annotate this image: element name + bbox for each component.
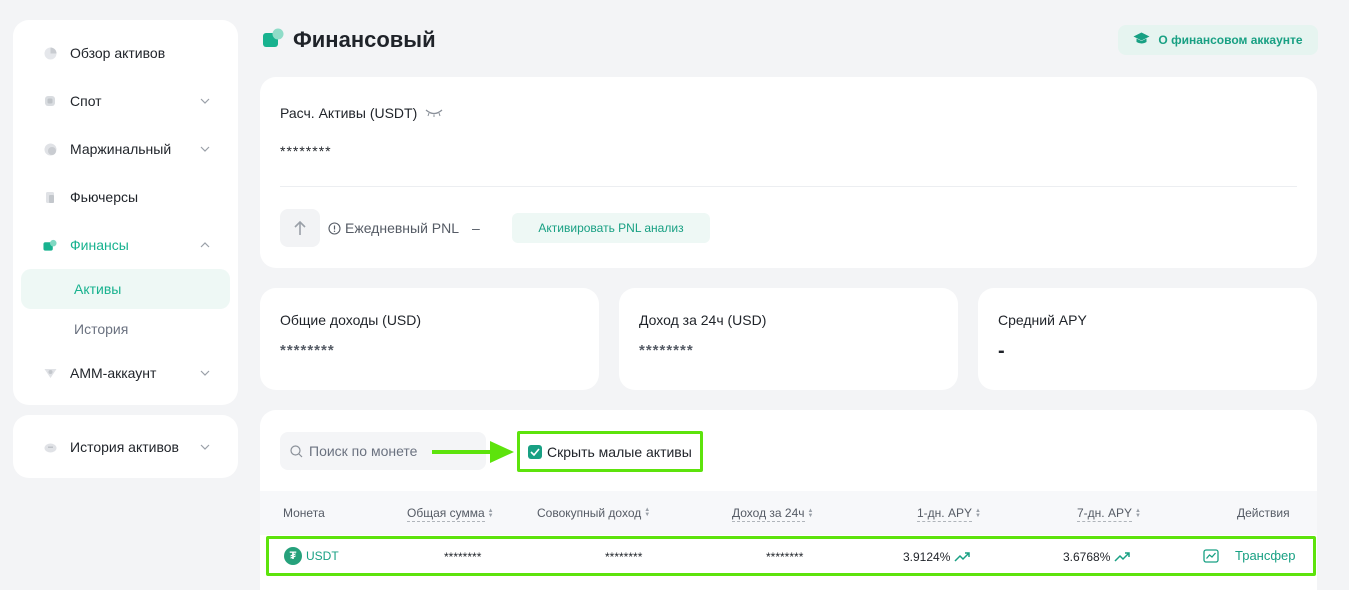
sidebar-secondary: История активов bbox=[13, 415, 238, 478]
arrow-up-icon bbox=[294, 220, 306, 235]
activate-pnl-analysis-button[interactable]: Активировать PNL анализ bbox=[512, 213, 710, 243]
hide-small-assets-label: Скрыть малые активы bbox=[547, 443, 692, 460]
sidebar-item-label: Активы bbox=[74, 281, 122, 297]
cumulative-cell: ******** bbox=[605, 550, 643, 564]
sort-icon: ▲ ▼ bbox=[807, 508, 814, 519]
sidebar-item-overview[interactable]: Обзор активов bbox=[13, 33, 238, 73]
average-apy-card: Средний APY - bbox=[978, 288, 1317, 390]
sidebar-item-label: История активов bbox=[70, 439, 179, 455]
estimated-assets-header: Расч. Активы (USDT) bbox=[280, 105, 443, 121]
chevron-down-icon bbox=[200, 370, 210, 376]
coin-name: USDT bbox=[306, 549, 339, 563]
sidebar-item-label: Финансы bbox=[70, 237, 129, 253]
history-icon bbox=[43, 440, 57, 454]
estimated-assets-label: Расч. Активы (USDT) bbox=[280, 105, 418, 121]
about-button-label: О финансовом аккаунте bbox=[1158, 33, 1303, 47]
search-icon bbox=[290, 444, 303, 457]
trend-up-icon bbox=[1114, 552, 1131, 562]
daily-pnl-label: Ежедневный PNL bbox=[328, 220, 459, 236]
column-income-24h[interactable]: Доход за 24ч ▲ ▼ bbox=[732, 506, 813, 522]
stat-title: Доход за 24ч (USD) bbox=[639, 312, 767, 328]
eye-closed-icon[interactable] bbox=[425, 105, 443, 121]
sidebar-item-spot[interactable]: Спот bbox=[13, 81, 238, 121]
table-header: Монета Общая сумма ▲ ▼ Совокупный доход ▲… bbox=[260, 491, 1317, 535]
sidebar-item-futures[interactable]: Фьючерсы bbox=[13, 177, 238, 217]
chevron-down-icon bbox=[200, 444, 210, 450]
about-finance-account-button[interactable]: О финансовом аккаунте bbox=[1118, 25, 1318, 55]
sidebar-item-label: Обзор активов bbox=[70, 45, 166, 61]
chevron-up-icon bbox=[200, 242, 210, 248]
amm-icon bbox=[43, 366, 57, 380]
checkbox-checked-icon[interactable] bbox=[528, 444, 542, 459]
sidebar-subitem-history[interactable]: История bbox=[21, 309, 230, 349]
info-icon[interactable] bbox=[328, 221, 341, 235]
sidebar: Обзор активов Спот Маржинальный Фьючерсы… bbox=[13, 20, 238, 405]
sort-icon: ▲ ▼ bbox=[644, 507, 651, 518]
apy-7d-cell: 3.6768% bbox=[1063, 550, 1131, 564]
sort-icon: ▲ ▼ bbox=[1134, 508, 1141, 519]
daily-pnl-text: Ежедневный PNL bbox=[345, 220, 460, 236]
annotation-arrow-icon bbox=[432, 441, 514, 463]
apy-1d-cell: 3.9124% bbox=[903, 550, 971, 564]
stat-value: ******** bbox=[280, 342, 335, 359]
finance-logo-icon bbox=[262, 28, 285, 53]
sort-icon: ▲ ▼ bbox=[487, 508, 494, 519]
stat-title: Средний APY bbox=[998, 312, 1087, 328]
coin-cell: ₮ USDT bbox=[284, 547, 339, 565]
estimated-assets-card: Расч. Активы (USDT) ******** Ежедневный … bbox=[260, 77, 1317, 268]
sidebar-item-label: Спот bbox=[70, 93, 102, 109]
sidebar-item-asset-history[interactable]: История активов bbox=[13, 427, 238, 467]
table-row[interactable]: ₮ USDT ******** ******** ******** 3.9124… bbox=[266, 536, 1316, 576]
estimated-assets-value: ******** bbox=[280, 143, 332, 159]
divider bbox=[280, 186, 1297, 187]
sidebar-subitem-assets[interactable]: Активы bbox=[21, 269, 230, 309]
column-apy-1d[interactable]: 1-дн. APY ▲ ▼ bbox=[917, 506, 981, 522]
column-actions: Действия bbox=[1237, 506, 1290, 520]
finance-icon bbox=[43, 238, 57, 252]
total-income-card: Общие доходы (USD) ******** bbox=[260, 288, 599, 390]
assets-table-card: Скрыть малые активы Монета Общая сумма ▲… bbox=[260, 410, 1317, 590]
chevron-down-icon bbox=[200, 98, 210, 104]
sidebar-item-margin[interactable]: Маржинальный bbox=[13, 129, 238, 169]
sidebar-item-label: Фьючерсы bbox=[70, 189, 139, 205]
pnl-arrow-box bbox=[280, 209, 320, 247]
income-24h-card: Доход за 24ч (USD) ******** bbox=[619, 288, 958, 390]
sidebar-item-finance[interactable]: Финансы bbox=[13, 225, 238, 265]
page-header: Финансовый bbox=[262, 26, 436, 54]
stat-title: Общие доходы (USD) bbox=[280, 312, 422, 328]
futures-icon bbox=[43, 190, 57, 204]
column-apy-7d[interactable]: 7-дн. APY ▲ ▼ bbox=[1077, 506, 1141, 522]
usdt-icon: ₮ bbox=[284, 547, 302, 565]
page-title: Финансовый bbox=[293, 27, 436, 52]
income-24h-cell: ******** bbox=[766, 550, 804, 564]
sidebar-item-label: АММ-аккаунт bbox=[70, 365, 157, 381]
stat-value: - bbox=[998, 340, 1006, 362]
sidebar-item-label: Маржинальный bbox=[70, 141, 172, 157]
transfer-link[interactable]: Трансфер bbox=[1235, 548, 1296, 563]
chart-icon[interactable] bbox=[1203, 548, 1219, 563]
chevron-down-icon bbox=[200, 146, 210, 152]
total-cell: ******** bbox=[444, 550, 482, 564]
column-total[interactable]: Общая сумма ▲ ▼ bbox=[407, 506, 494, 522]
trend-up-icon bbox=[954, 552, 971, 562]
hide-small-assets-toggle[interactable]: Скрыть малые активы bbox=[517, 431, 703, 472]
sidebar-item-label: История bbox=[74, 321, 129, 337]
stat-value: ******** bbox=[639, 342, 694, 359]
margin-icon bbox=[43, 142, 57, 156]
spot-icon bbox=[43, 94, 57, 108]
pie-icon bbox=[43, 46, 57, 60]
actions-cell: Трансфер bbox=[1203, 548, 1296, 563]
column-cumulative-income[interactable]: Совокупный доход ▲ ▼ bbox=[537, 506, 650, 520]
sort-icon: ▲ ▼ bbox=[974, 508, 981, 519]
graduation-cap-icon bbox=[1133, 32, 1150, 48]
column-coin: Монета bbox=[283, 506, 325, 520]
daily-pnl-value: – bbox=[472, 220, 480, 236]
sidebar-item-amm[interactable]: АММ-аккаунт bbox=[13, 353, 238, 393]
